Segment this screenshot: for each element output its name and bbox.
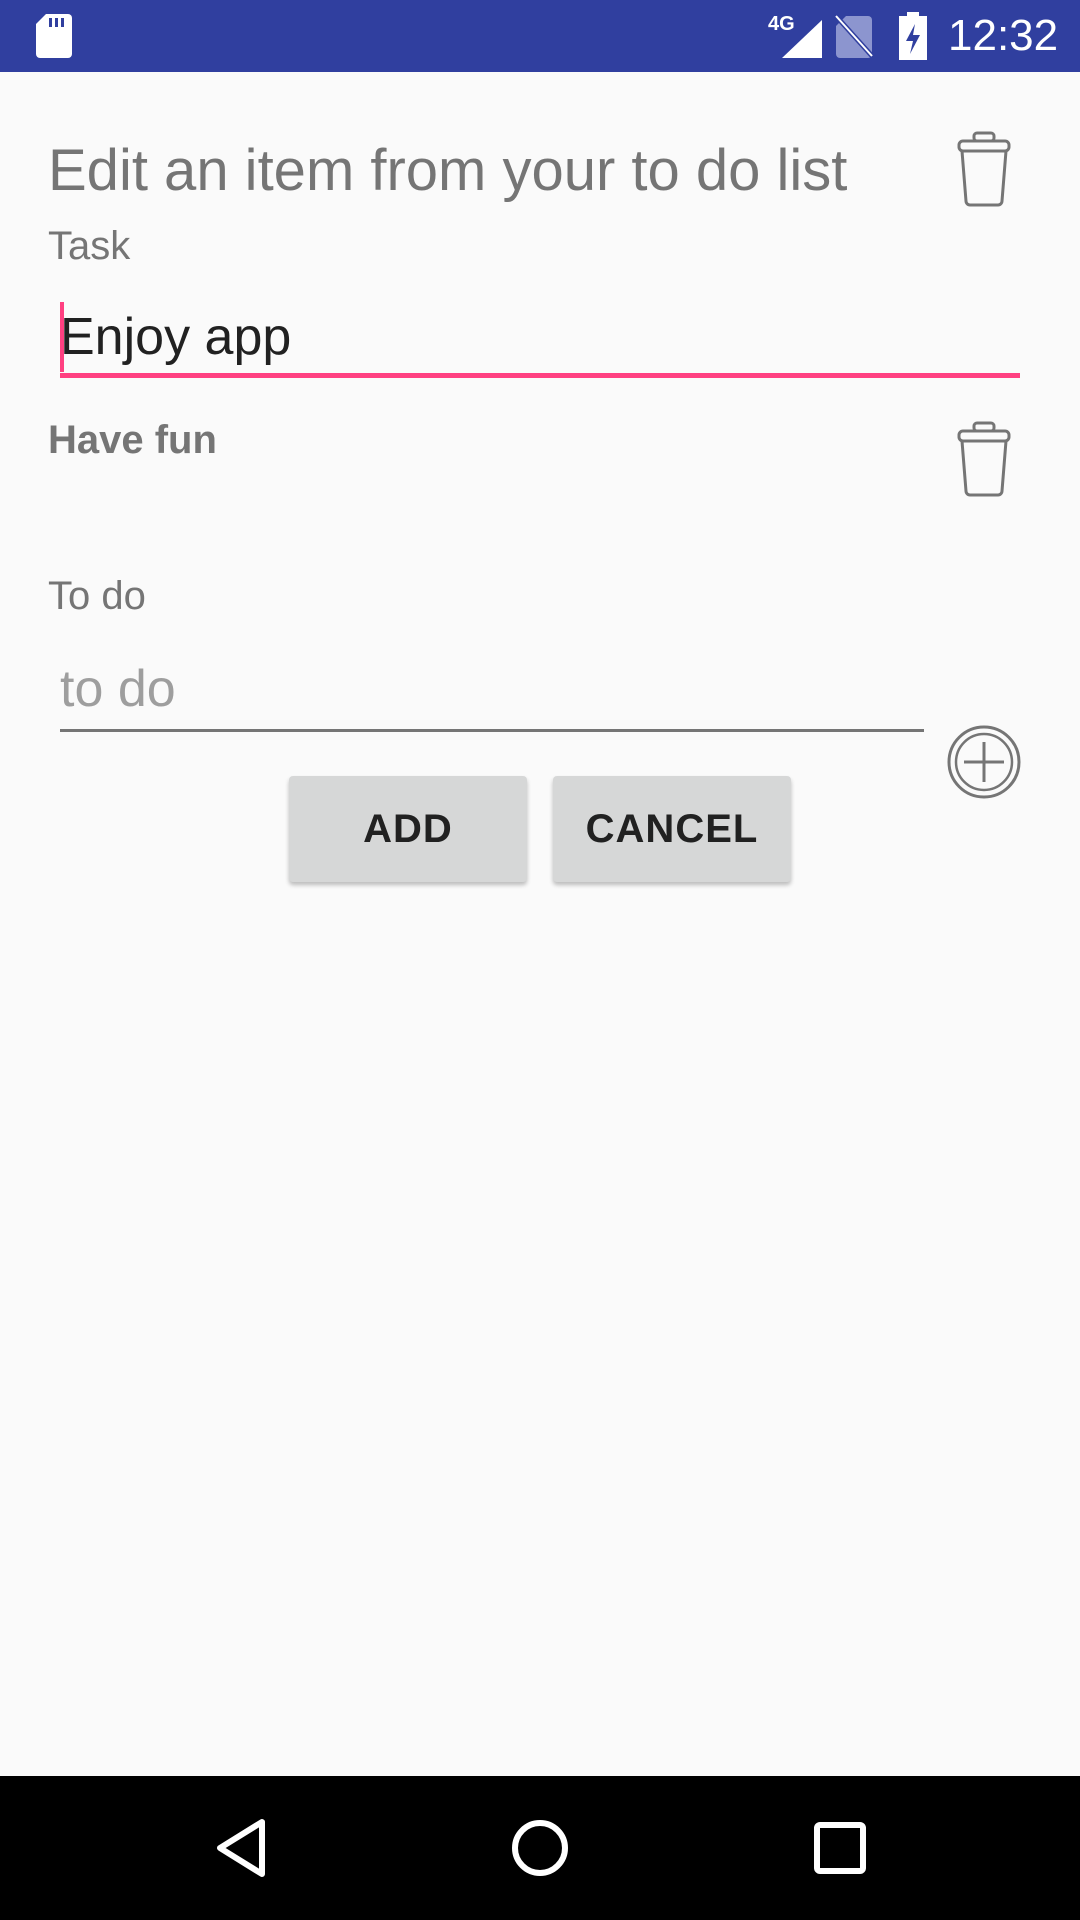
task-label: Task: [48, 224, 131, 268]
trash-icon: [957, 421, 1011, 497]
status-clock: 12:32: [948, 11, 1059, 60]
home-icon: [512, 1820, 568, 1876]
sd-card-icon: [36, 14, 72, 63]
page-title: Edit an item from your to do list: [48, 138, 848, 203]
status-bar: 4G 12:32: [0, 0, 1080, 72]
edit-item-screen: Edit an item from your to do list Task E…: [0, 72, 1080, 1776]
network-type-label: 4G: [768, 13, 795, 35]
cancel-button[interactable]: CANCEL: [553, 776, 791, 882]
nav-recents-button[interactable]: [800, 1808, 880, 1888]
battery-charging-icon: [898, 12, 928, 65]
todo-input[interactable]: [60, 648, 924, 732]
add-button[interactable]: ADD: [289, 776, 527, 882]
task-input[interactable]: Enjoy app: [60, 294, 1020, 378]
nav-home-button[interactable]: [500, 1808, 580, 1888]
navigation-bar: [0, 1776, 1080, 1920]
add-circle-icon: [947, 725, 1021, 799]
todo-list-item: Have fun: [48, 418, 217, 462]
task-input-value: Enjoy app: [60, 308, 292, 366]
recents-icon: [814, 1822, 866, 1874]
signal-4g-icon: 4G: [768, 12, 830, 65]
delete-item-button[interactable]: [944, 414, 1024, 504]
todo-label: To do: [48, 574, 146, 618]
trash-icon: [957, 131, 1011, 207]
no-sim-icon: [834, 14, 874, 63]
nav-back-button[interactable]: [202, 1808, 282, 1888]
add-todo-circle-button[interactable]: [944, 722, 1024, 802]
back-icon: [217, 1819, 265, 1877]
delete-task-button[interactable]: [944, 124, 1024, 214]
